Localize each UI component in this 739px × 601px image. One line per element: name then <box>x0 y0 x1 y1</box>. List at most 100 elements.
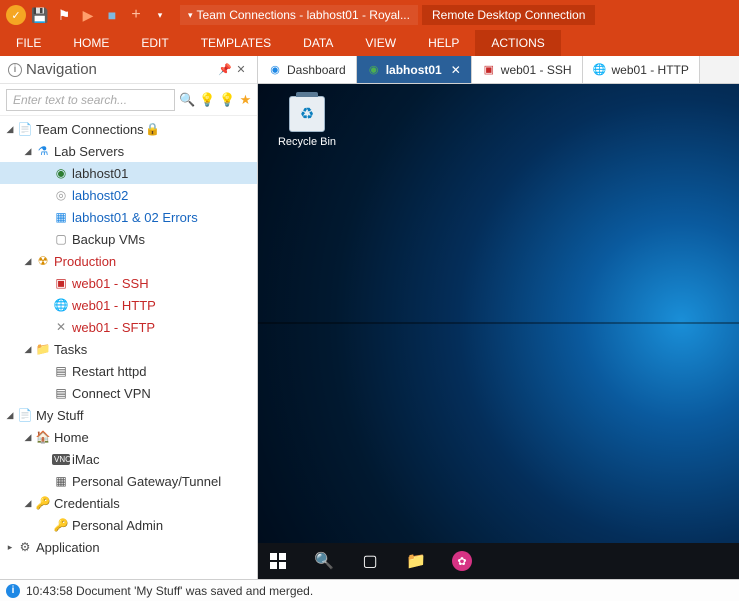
node-label: Personal Admin <box>70 518 163 533</box>
expander-icon[interactable]: ◢ <box>22 256 34 267</box>
close-tab-icon[interactable]: ✕ <box>451 63 461 77</box>
navigation-tree: ◢ 📄 Team Connections 🔒 ◢ ⚗ Lab Servers ◉… <box>0 116 257 579</box>
lock-icon: 🔒 <box>144 122 162 136</box>
node-personal-admin[interactable]: 🔑 Personal Admin <box>0 514 257 536</box>
close-panel-icon[interactable]: ✕ <box>233 63 249 76</box>
start-button[interactable] <box>264 547 292 575</box>
task-view-icon[interactable]: ▢ <box>356 547 384 575</box>
search-icon[interactable]: 🔍 <box>179 90 195 110</box>
star-icon[interactable]: ★ <box>240 90 252 110</box>
node-web01-ssh[interactable]: ▣ web01 - SSH <box>0 272 257 294</box>
search-row: 🔍 💡 💡 ★ <box>0 84 257 116</box>
menu-view[interactable]: VIEW <box>349 30 412 56</box>
node-credentials[interactable]: ◢ 🔑 Credentials <box>0 492 257 514</box>
node-labhost02[interactable]: ◎ labhost02 <box>0 184 257 206</box>
taskbar-search-icon[interactable]: 🔍 <box>310 547 338 575</box>
menu-home[interactable]: HOME <box>57 30 125 56</box>
vnc-icon: VNC <box>52 454 70 465</box>
home-icon: 🏠 <box>34 430 52 444</box>
document-tabs: ◉ Dashboard ◉ labhost01 ✕ ▣ web01 - SSH … <box>258 56 739 84</box>
navigation-title: Navigation <box>26 61 97 78</box>
app-icon[interactable]: ✓ <box>6 5 26 25</box>
expander-icon[interactable]: ▸ <box>4 542 16 553</box>
remote-desktop-view[interactable]: Recycle Bin 🔍 ▢ 📁 ✿ <box>258 84 739 579</box>
recycle-bin-icon <box>289 96 325 132</box>
pinned-app-icon[interactable]: ✿ <box>448 547 476 575</box>
key-icon: 🔑 <box>34 496 52 510</box>
node-label: labhost01 <box>70 166 128 181</box>
node-gateway[interactable]: ▦ Personal Gateway/Tunnel <box>0 470 257 492</box>
status-connected-icon: ◉ <box>367 63 381 77</box>
title-bar: ✓ 💾 ⚑ ▶ ■ + ▾ ▾ Team Connections - labho… <box>0 0 739 30</box>
expander-icon[interactable]: ◢ <box>22 432 34 443</box>
play-icon[interactable]: ▶ <box>78 5 98 25</box>
node-restart-httpd[interactable]: ▤ Restart httpd <box>0 360 257 382</box>
document-dropdown[interactable]: ▾ Team Connections - labhost01 - Royal..… <box>180 5 418 25</box>
node-imac[interactable]: VNC iMac <box>0 448 257 470</box>
node-label: labhost02 <box>70 188 128 203</box>
flag-icon[interactable]: ⚑ <box>54 5 74 25</box>
bulb-yellow-icon[interactable]: 💡 <box>199 90 215 110</box>
menu-edit[interactable]: EDIT <box>125 30 184 56</box>
stop-icon[interactable]: ■ <box>102 5 122 25</box>
status-connected-icon: ◉ <box>52 166 70 180</box>
search-input[interactable] <box>6 89 175 111</box>
node-label: Lab Servers <box>52 144 124 159</box>
flask-icon: ⚗ <box>34 144 52 158</box>
node-web01-http[interactable]: 🌐 web01 - HTTP <box>0 294 257 316</box>
node-labhost01[interactable]: ◉ labhost01 <box>0 162 257 184</box>
add-icon[interactable]: + <box>126 5 146 25</box>
node-home[interactable]: ◢ 🏠 Home <box>0 426 257 448</box>
expander-icon[interactable]: ◢ <box>4 124 16 135</box>
expander-icon[interactable]: ◢ <box>22 344 34 355</box>
context-tab[interactable]: Remote Desktop Connection <box>422 5 595 25</box>
menu-bar: FILE HOME EDIT TEMPLATES DATA VIEW HELP … <box>0 30 739 56</box>
status-bar: i 10:43:58 Document 'My Stuff' was saved… <box>0 579 739 601</box>
file-explorer-icon[interactable]: 📁 <box>402 547 430 575</box>
content-area: ◉ Dashboard ◉ labhost01 ✕ ▣ web01 - SSH … <box>258 56 739 579</box>
node-backup-vms[interactable]: ▢ Backup VMs <box>0 228 257 250</box>
save-icon[interactable]: 💾 <box>30 5 50 25</box>
tab-labhost01[interactable]: ◉ labhost01 ✕ <box>357 56 472 83</box>
pin-icon[interactable]: 📌 <box>217 63 233 76</box>
key-icon: 🔑 <box>52 518 70 532</box>
node-tasks[interactable]: ◢ 📁 Tasks <box>0 338 257 360</box>
node-label: Tasks <box>52 342 87 357</box>
node-lab-servers[interactable]: ◢ ⚗ Lab Servers <box>0 140 257 162</box>
menu-help[interactable]: HELP <box>412 30 475 56</box>
node-label: labhost01 & 02 Errors <box>70 210 198 225</box>
menu-templates[interactable]: TEMPLATES <box>185 30 287 56</box>
node-label: My Stuff <box>34 408 83 423</box>
node-web01-sftp[interactable]: ✕ web01 - SFTP <box>0 316 257 338</box>
tab-dashboard[interactable]: ◉ Dashboard <box>258 56 357 83</box>
tab-web01-http[interactable]: 🌐 web01 - HTTP <box>583 56 700 83</box>
desktop-icon-recycle-bin[interactable]: Recycle Bin <box>272 96 342 148</box>
tab-web01-ssh[interactable]: ▣ web01 - SSH <box>472 56 583 83</box>
node-label: iMac <box>70 452 99 467</box>
qat-dropdown-icon[interactable]: ▾ <box>150 5 170 25</box>
menu-actions[interactable]: ACTIONS <box>475 30 560 56</box>
node-label: web01 - HTTP <box>70 298 156 313</box>
node-label: Backup VMs <box>70 232 145 247</box>
node-connect-vpn[interactable]: ▤ Connect VPN <box>0 382 257 404</box>
remote-taskbar: 🔍 ▢ 📁 ✿ <box>258 543 739 579</box>
node-label: Personal Gateway/Tunnel <box>70 474 221 489</box>
menu-data[interactable]: DATA <box>287 30 349 56</box>
expander-icon[interactable]: ◢ <box>4 410 16 421</box>
menu-file[interactable]: FILE <box>0 30 57 56</box>
navigation-header: i Navigation 📌 ✕ <box>0 56 257 84</box>
node-my-stuff[interactable]: ◢ 📄 My Stuff <box>0 404 257 426</box>
node-application[interactable]: ▸ ⚙ Application <box>0 536 257 558</box>
ssh-icon: ▣ <box>52 276 70 290</box>
tab-label: web01 - HTTP <box>612 63 689 77</box>
task-icon: ▤ <box>52 364 70 378</box>
globe-icon: 🌐 <box>52 298 70 312</box>
node-label: web01 - SSH <box>70 276 149 291</box>
navigation-panel: i Navigation 📌 ✕ 🔍 💡 💡 ★ ◢ 📄 Team Connec… <box>0 56 258 579</box>
bulb-grey-icon[interactable]: 💡 <box>219 90 235 110</box>
node-labhost-errors[interactable]: ▦ labhost01 & 02 Errors <box>0 206 257 228</box>
node-team-connections[interactable]: ◢ 📄 Team Connections 🔒 <box>0 118 257 140</box>
node-production[interactable]: ◢ ☢ Production <box>0 250 257 272</box>
expander-icon[interactable]: ◢ <box>22 498 34 509</box>
expander-icon[interactable]: ◢ <box>22 146 34 157</box>
